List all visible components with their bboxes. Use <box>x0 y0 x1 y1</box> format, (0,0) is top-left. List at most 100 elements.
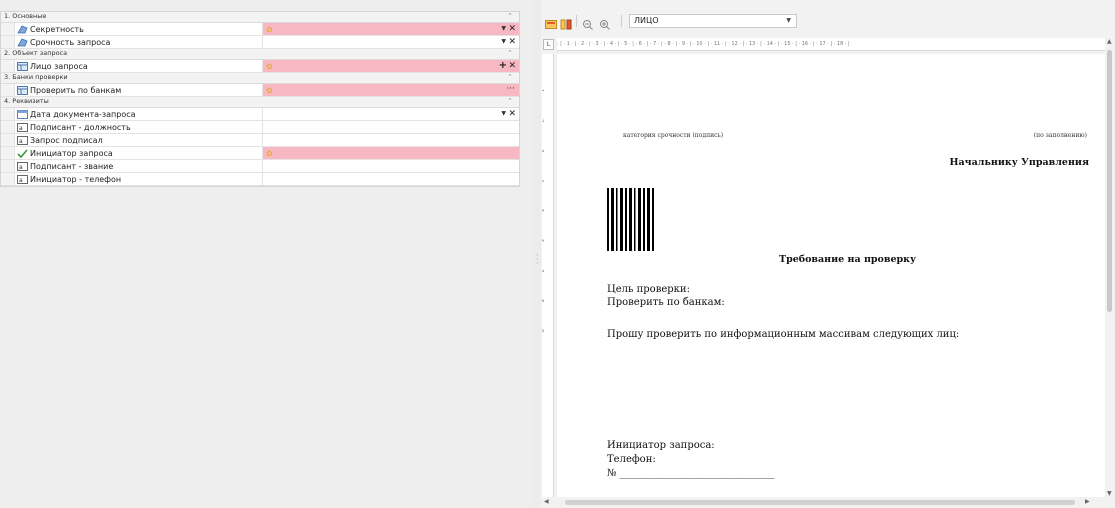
app-window: 1. Основные ⌃ Секретность ✿ ▼ ✕ Срочность запр… <box>0 0 1115 508</box>
properties-panel: 1. Основные ⌃ Секретность ✿ ▼ ✕ Срочность запр… <box>0 0 534 508</box>
collapse-icon[interactable]: ⌃ <box>507 11 513 22</box>
property-value[interactable] <box>263 173 519 185</box>
columns-view-icon[interactable] <box>560 15 572 30</box>
property-value[interactable]: ▼ ✕ <box>263 108 519 120</box>
property-row[interactable]: a Инициатор - телефон <box>1 173 519 186</box>
row-gutter <box>1 36 15 48</box>
row-gutter <box>1 134 15 146</box>
property-name: Проверить по банкам <box>15 84 263 96</box>
property-value[interactable]: ✿ <box>263 147 519 159</box>
clear-icon[interactable]: ✕ <box>508 109 516 119</box>
document-title: Требование на проверку <box>779 254 917 265</box>
section-title: 4. Реквизиты <box>4 97 49 105</box>
clear-icon[interactable]: ✕ <box>508 61 516 71</box>
text-field-icon: a <box>17 174 28 184</box>
ruler-tick-label: · 2 · <box>542 116 544 125</box>
property-row[interactable]: Дата документа-запроса ▼ ✕ <box>1 108 519 121</box>
scroll-up-icon[interactable]: ▲ <box>1107 38 1112 45</box>
required-star-icon: ✿ <box>266 62 273 71</box>
zoom-in-icon[interactable] <box>599 15 611 30</box>
clear-icon[interactable]: ✕ <box>508 37 516 47</box>
horizontal-scrollbar[interactable]: ◀ ▶ <box>541 497 1105 508</box>
section-header[interactable]: 2. Объект запроса ⌃ <box>1 49 519 60</box>
row-gutter <box>1 147 15 159</box>
vertical-scroll-thumb[interactable] <box>1107 50 1112 312</box>
property-value[interactable]: ▼ ✕ <box>263 36 519 48</box>
section-header[interactable]: 3. Банки проверки ⌃ <box>1 73 519 84</box>
ruler-tick-label: · 14 · <box>542 476 544 485</box>
template-select[interactable]: ЛИЦО ▼ <box>629 14 797 28</box>
chevron-down-icon[interactable]: ▼ <box>501 110 506 117</box>
property-row[interactable]: Секретность ✿ ▼ ✕ <box>1 23 519 36</box>
scroll-down-icon[interactable]: ▼ <box>1107 490 1112 497</box>
page-view-icon[interactable] <box>545 15 557 29</box>
vertical-scrollbar[interactable]: ▲ ▼ <box>1105 38 1115 497</box>
document-page: категория срочности (подпись) (по заполн… <box>557 54 1105 497</box>
chevron-down-icon[interactable]: ▼ <box>501 25 506 32</box>
request-text: Прошу проверить по информационным массив… <box>607 329 960 340</box>
property-row[interactable]: Проверить по банкам ✿ ··· <box>1 84 519 97</box>
ruler-tick-label: · 5 · <box>542 206 544 215</box>
ruler-tick-label: · 10 · <box>542 356 544 365</box>
fill-note: (по заполнению) <box>1033 132 1087 139</box>
required-star-icon: ✿ <box>266 25 273 34</box>
property-row[interactable]: a Подписант - должность <box>1 121 519 134</box>
scroll-left-icon[interactable]: ◀ <box>544 498 549 505</box>
add-icon[interactable]: + <box>499 61 507 71</box>
property-row[interactable]: Лицо запроса ✿ + ✕ <box>1 60 519 73</box>
property-value[interactable] <box>263 121 519 133</box>
scroll-right-icon[interactable]: ▶ <box>1085 498 1090 505</box>
property-name: Срочность запроса <box>15 36 263 48</box>
section-header[interactable]: 4. Реквизиты ⌃ <box>1 97 519 108</box>
row-gutter <box>1 121 15 133</box>
property-row[interactable]: a Подписант - звание <box>1 160 519 173</box>
ruler-corner-icon[interactable]: L <box>543 39 554 50</box>
section-header[interactable]: 1. Основные ⌃ <box>1 12 519 23</box>
property-row[interactable]: Срочность запроса ▼ ✕ <box>1 36 519 49</box>
property-name: a Инициатор - телефон <box>15 173 263 185</box>
row-gutter <box>1 23 15 35</box>
horizontal-ruler: · | · 1 · | · 2 · | · 3 · | · 4 · | · 5 … <box>557 38 1105 51</box>
zoom-out-icon[interactable] <box>582 15 594 30</box>
vertical-ruler: · 1 · · 2 · · 3 · · 4 · · 5 · · 6 · · 7 · · 8 ·… <box>542 54 554 497</box>
svg-text:a: a <box>19 164 23 171</box>
property-row[interactable]: Инициатор запроса ✿ <box>1 147 519 160</box>
property-name: Дата документа-запроса <box>15 108 263 120</box>
property-value[interactable] <box>263 160 519 172</box>
property-name: Инициатор запроса <box>15 147 263 159</box>
property-label: Срочность запроса <box>30 37 111 47</box>
collapse-icon[interactable]: ⌃ <box>507 48 513 59</box>
ruler-tick-label: · 1 · <box>542 86 544 95</box>
property-value[interactable]: ✿ ··· <box>263 84 519 96</box>
row-gutter <box>1 108 15 120</box>
chevron-down-icon: ▼ <box>786 17 791 24</box>
property-name: a Подписант - должность <box>15 121 263 133</box>
purpose-line: Цель проверки: <box>607 284 690 295</box>
panel-splitter[interactable]: · · · <box>534 0 541 508</box>
ellipsis-button[interactable]: ··· <box>506 84 515 94</box>
ruler-tick-label: · 8 · <box>542 296 544 305</box>
table-icon <box>17 61 28 71</box>
property-value[interactable]: ✿ + ✕ <box>263 60 519 72</box>
checkmark-icon <box>17 148 28 158</box>
property-label: Лицо запроса <box>30 61 88 71</box>
property-value[interactable] <box>263 134 519 146</box>
property-grid: 1. Основные ⌃ Секретность ✿ ▼ ✕ Срочность запр… <box>0 11 520 187</box>
ruler-tick-label: · 3 · <box>542 146 544 155</box>
text-field-icon: a <box>17 135 28 145</box>
collapse-icon[interactable]: ⌃ <box>507 96 513 107</box>
property-name: Лицо запроса <box>15 60 263 72</box>
property-row[interactable]: a Запрос подписал <box>1 134 519 147</box>
row-gutter <box>1 60 15 72</box>
chevron-down-icon[interactable]: ▼ <box>501 38 506 45</box>
text-field-icon: a <box>17 161 28 171</box>
collapse-icon[interactable]: ⌃ <box>507 72 513 83</box>
property-label: Инициатор - телефон <box>30 174 122 184</box>
text-field-icon: a <box>17 122 28 132</box>
property-label: Запрос подписал <box>30 135 103 145</box>
property-value[interactable]: ✿ ▼ ✕ <box>263 23 519 35</box>
horizontal-scroll-thumb[interactable] <box>565 500 1075 505</box>
clear-icon[interactable]: ✕ <box>508 24 516 34</box>
required-star-icon: ✿ <box>266 86 273 95</box>
section-title: 2. Объект запроса <box>4 49 68 57</box>
